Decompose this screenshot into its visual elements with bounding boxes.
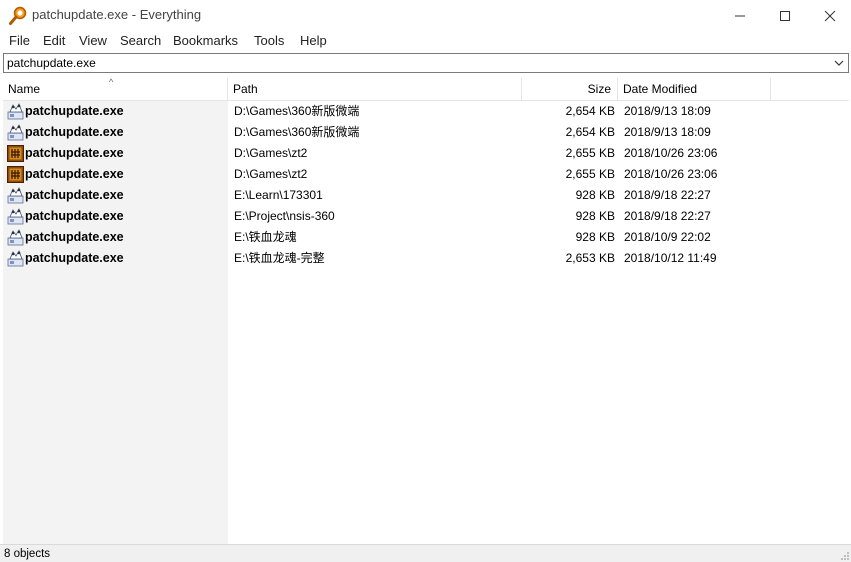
file-size: 2,655 KB [565, 167, 615, 181]
file-name: patchupdate.exe [25, 188, 124, 202]
file-name: patchupdate.exe [25, 230, 124, 244]
date-modified: 2018/9/13 18:09 [624, 125, 711, 139]
search-box[interactable] [3, 53, 849, 73]
column-divider[interactable] [227, 78, 228, 101]
column-path[interactable]: Path [233, 78, 258, 101]
table-row[interactable]: patchupdate.exe E:\铁血龙魂-完整 2,653 KB 2018/10… [3, 248, 849, 269]
file-size: 928 KB [575, 209, 615, 223]
file-path: D:\Games\360新版微端 [234, 125, 360, 139]
close-button[interactable] [807, 0, 851, 31]
installer-icon [7, 124, 24, 141]
menu-search[interactable]: Search [120, 33, 161, 48]
file-size: 2,654 KB [565, 104, 615, 118]
table-row[interactable]: patchupdate.exe D:\Games\zt2 2,655 KB 2018/… [3, 143, 849, 164]
date-modified: 2018/9/18 22:27 [624, 188, 711, 202]
file-path: E:\铁血龙魂-完整 [234, 251, 325, 265]
file-name: patchupdate.exe [25, 251, 124, 265]
sort-ascending-icon: ^ [109, 77, 114, 87]
menu-edit[interactable]: Edit [43, 33, 65, 48]
file-name: patchupdate.exe [25, 209, 124, 223]
column-name[interactable]: Name [8, 78, 40, 101]
file-path: D:\Games\zt2 [234, 146, 308, 160]
title-bar: patchupdate.exe - Everything [0, 0, 851, 31]
status-text: 8 objects [4, 548, 51, 560]
menu-help[interactable]: Help [300, 33, 327, 48]
file-size: 2,654 KB [565, 125, 615, 139]
file-name: patchupdate.exe [25, 104, 124, 118]
file-size: 928 KB [575, 188, 615, 202]
column-header: ^ Name Path Size Date Modified [3, 77, 849, 101]
resize-grip-icon[interactable] [840, 551, 850, 561]
installer-icon [7, 229, 24, 246]
date-modified: 2018/10/12 11:49 [624, 251, 717, 265]
date-modified: 2018/9/18 22:27 [624, 209, 711, 223]
date-modified: 2018/10/9 22:02 [624, 230, 711, 244]
date-modified: 2018/9/13 18:09 [624, 104, 711, 118]
table-row[interactable]: patchupdate.exe E:\铁血龙魂 928 KB 2018/10/9 22… [3, 227, 849, 248]
file-name: patchupdate.exe [25, 125, 124, 139]
table-row[interactable]: patchupdate.exe E:\Learn\173301 928 KB 2018… [3, 185, 849, 206]
file-path: E:\Project\nsis-360 [234, 209, 335, 223]
column-date-modified[interactable]: Date Modified [623, 78, 697, 101]
chevron-down-icon[interactable] [833, 57, 845, 69]
installer-icon [7, 187, 24, 204]
file-path: E:\铁血龙魂 [234, 230, 297, 244]
window-title: patchupdate.exe - Everything [32, 7, 202, 22]
column-divider[interactable] [617, 78, 618, 101]
results-list[interactable]: ^ Name Path Size Date Modified patchupda… [3, 77, 849, 544]
file-name: patchupdate.exe [25, 146, 124, 160]
column-divider[interactable] [770, 78, 771, 101]
maximize-icon [780, 10, 790, 21]
table-row[interactable]: patchupdate.exe D:\Games\360新版微端 2,654 KB 2… [3, 122, 849, 143]
file-size: 928 KB [575, 230, 615, 244]
table-row[interactable]: patchupdate.exe D:\Games\zt2 2,655 KB 2018/… [3, 164, 849, 185]
file-path: D:\Games\360新版微端 [234, 104, 360, 118]
table-row[interactable]: patchupdate.exe D:\Games\360新版微端 2,654 KB 2… [3, 101, 849, 122]
date-modified: 2018/10/26 23:06 [624, 167, 718, 181]
menu-bar: File Edit View Search Bookmarks Tools He… [0, 31, 851, 51]
magnifier-icon[interactable] [8, 6, 28, 26]
installer-icon [7, 208, 24, 225]
file-path: D:\Games\zt2 [234, 167, 308, 181]
status-bar: 8 objects [0, 544, 851, 562]
game-app-icon [7, 166, 24, 183]
file-size: 2,655 KB [565, 146, 615, 160]
search-input[interactable] [7, 55, 827, 71]
file-path: E:\Learn\173301 [234, 188, 323, 202]
installer-icon [7, 103, 24, 120]
maximize-button[interactable] [762, 0, 808, 31]
installer-icon [7, 250, 24, 267]
file-name: patchupdate.exe [25, 167, 124, 181]
menu-tools[interactable]: Tools [254, 33, 284, 48]
menu-bookmarks[interactable]: Bookmarks [173, 33, 238, 48]
date-modified: 2018/10/26 23:06 [624, 146, 718, 160]
file-size: 2,653 KB [565, 251, 615, 265]
menu-view[interactable]: View [79, 33, 107, 48]
column-size[interactable]: Size [522, 78, 611, 101]
game-app-icon [7, 145, 24, 162]
close-icon [824, 10, 836, 21]
minimize-button[interactable] [717, 0, 763, 31]
minimize-icon [735, 15, 745, 16]
table-row[interactable]: patchupdate.exe E:\Project\nsis-360 928 KB… [3, 206, 849, 227]
menu-file[interactable]: File [9, 33, 30, 48]
